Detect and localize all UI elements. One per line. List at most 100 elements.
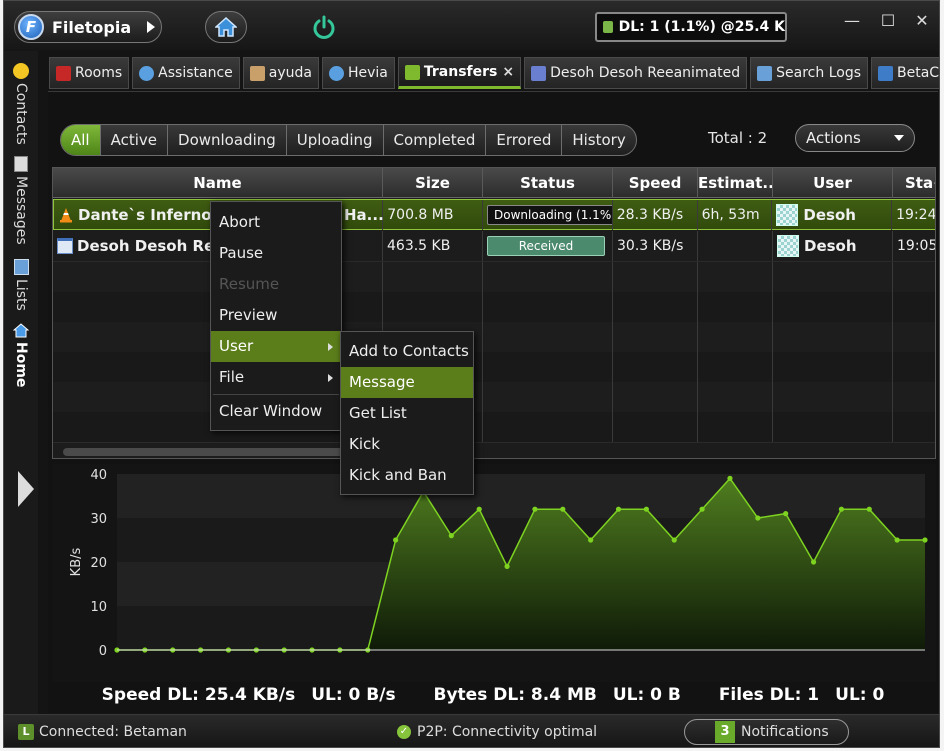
sidebar-item-messages[interactable]: Messages bbox=[8, 156, 34, 245]
connection-status: L Connected: Betaman bbox=[18, 724, 187, 740]
status-badge: Downloading (1.1%) bbox=[487, 205, 612, 225]
download-status-box: DL: 1 (1.1%) @25.4 K bbox=[595, 12, 787, 42]
menu-arrow-icon bbox=[147, 21, 155, 33]
chart-point bbox=[476, 506, 482, 512]
tab-desoh[interactable]: Desoh Desoh Reeanimated bbox=[524, 57, 748, 89]
y-tick-label: 20 bbox=[90, 556, 107, 571]
tab-assistance[interactable]: Assistance bbox=[132, 57, 240, 89]
cell-size: 463.5 KB bbox=[383, 231, 483, 261]
y-tick-label: 40 bbox=[90, 468, 107, 483]
cell-status: Downloading (1.1%) bbox=[483, 200, 613, 230]
empty-row bbox=[53, 412, 935, 443]
avatar bbox=[776, 204, 799, 226]
filter-uploading[interactable]: Uploading bbox=[287, 125, 384, 155]
chevron-down-icon bbox=[894, 135, 904, 141]
chart-point bbox=[783, 511, 789, 517]
stat-files-ul: UL: 0 bbox=[835, 685, 885, 705]
tab-transfers[interactable]: Transfers × bbox=[397, 57, 522, 89]
list-icon bbox=[13, 259, 29, 275]
chart-point bbox=[615, 506, 622, 512]
menu-item-resume: Resume bbox=[219, 275, 280, 293]
add-column-icon[interactable]: + bbox=[933, 174, 935, 192]
menu-item-abort[interactable]: Abort bbox=[211, 207, 341, 238]
sidebar-item-home[interactable]: Home bbox=[8, 323, 34, 387]
menu-item-add-to-contacts[interactable]: Add to Contacts bbox=[341, 336, 473, 367]
user-name: Desoh bbox=[803, 206, 856, 224]
home-icon bbox=[13, 323, 29, 338]
cell-user: Desoh bbox=[772, 200, 893, 230]
menu-item-kick[interactable]: Kick bbox=[341, 429, 473, 460]
app-menu-button[interactable]: F Filetopia bbox=[14, 11, 162, 43]
sidebar-item-contacts[interactable]: Contacts bbox=[8, 63, 34, 145]
chart-point bbox=[671, 537, 677, 543]
menu-item-label: User bbox=[219, 337, 254, 355]
menu-item-file[interactable]: File bbox=[211, 362, 341, 393]
search-log-icon bbox=[757, 65, 773, 81]
column-header-status[interactable]: Status bbox=[483, 168, 613, 198]
horizontal-scrollbar[interactable] bbox=[63, 448, 363, 456]
cell-start: 19:05:2 bbox=[893, 231, 935, 261]
column-header-size[interactable]: Size bbox=[383, 168, 483, 198]
filter-errored[interactable]: Errored bbox=[486, 125, 563, 155]
home-button[interactable] bbox=[205, 11, 247, 43]
sidebar-item-lists[interactable]: Lists bbox=[8, 259, 34, 311]
message-icon bbox=[14, 156, 28, 172]
filter-history[interactable]: History bbox=[562, 125, 635, 155]
menu-item-preview[interactable]: Preview bbox=[211, 300, 341, 331]
column-header-speed[interactable]: Speed bbox=[613, 168, 698, 198]
menu-item-message[interactable]: Message bbox=[341, 367, 473, 398]
table-row[interactable]: Desoh Desoh Reea 463.5 KB Received 30.3 … bbox=[53, 231, 935, 262]
column-header-user[interactable]: User bbox=[773, 168, 893, 198]
expand-sidebar-arrow-icon[interactable] bbox=[18, 471, 34, 507]
table-row[interactable]: Dante`s Inferno (Ha... 700.8 MB Download… bbox=[53, 199, 935, 230]
notifications-button[interactable]: 3 Notifications bbox=[684, 719, 849, 745]
tab-ayuda[interactable]: ayuda bbox=[242, 57, 319, 89]
sidebar-item-label: Lists bbox=[13, 279, 29, 311]
document-icon bbox=[878, 65, 894, 81]
power-button[interactable] bbox=[309, 13, 339, 43]
check-icon: ✓ bbox=[397, 725, 411, 739]
menu-item-kick-and-ban[interactable]: Kick and Ban bbox=[341, 460, 473, 491]
empty-row bbox=[53, 292, 935, 323]
chart-point bbox=[448, 533, 454, 539]
cell-estimated bbox=[698, 231, 773, 261]
menu-item-clear-window[interactable]: Clear Window bbox=[211, 396, 341, 427]
column-header-name[interactable]: Name bbox=[53, 168, 383, 198]
context-menu: Abort Pause Resume Preview User File Cle… bbox=[210, 201, 342, 431]
chart-point bbox=[866, 506, 872, 512]
chart-point bbox=[588, 537, 594, 543]
vlc-cone-icon bbox=[60, 208, 72, 223]
tab-close-icon[interactable]: × bbox=[502, 64, 514, 80]
menu-item-get-list[interactable]: Get List bbox=[341, 398, 473, 429]
chart-point bbox=[643, 506, 649, 512]
filter-completed[interactable]: Completed bbox=[384, 125, 487, 155]
cell-speed: 28.3 KB/s bbox=[613, 200, 698, 230]
tab-label: Search Logs bbox=[776, 65, 862, 81]
filetopia-logo-icon: F bbox=[18, 14, 44, 40]
tab-rooms[interactable]: Rooms bbox=[49, 57, 130, 89]
stat-speed-dl: Speed DL: 25.4 KB/s bbox=[101, 685, 296, 705]
chart-point bbox=[838, 506, 845, 512]
window-icon bbox=[531, 65, 547, 81]
cell-status: Received bbox=[483, 231, 613, 261]
sidebar-item-label: Home bbox=[13, 342, 29, 388]
column-header-start[interactable]: Sta+ bbox=[893, 168, 935, 198]
column-header-estimated[interactable]: Estimat... bbox=[698, 168, 773, 198]
menu-item-user[interactable]: User bbox=[211, 331, 341, 362]
tab-search-logs[interactable]: Search Logs bbox=[750, 57, 869, 89]
maximize-button[interactable]: ☐ bbox=[873, 11, 903, 30]
filter-downloading[interactable]: Downloading bbox=[168, 125, 287, 155]
menu-separator bbox=[213, 394, 339, 395]
actions-label: Actions bbox=[806, 129, 861, 147]
tab-betacity[interactable]: BetaCity bbox=[871, 57, 939, 89]
filter-all[interactable]: All bbox=[61, 125, 101, 155]
user-name: Desoh bbox=[804, 237, 857, 255]
cell-speed: 30.3 KB/s bbox=[613, 231, 698, 261]
tab-hevia[interactable]: Hevia bbox=[321, 57, 395, 89]
minimize-button[interactable]: — bbox=[837, 11, 867, 30]
menu-item-pause[interactable]: Pause bbox=[211, 238, 341, 269]
filter-active[interactable]: Active bbox=[101, 125, 169, 155]
actions-dropdown[interactable]: Actions bbox=[795, 124, 915, 152]
empty-row bbox=[53, 352, 935, 383]
close-button[interactable]: ✕ bbox=[907, 11, 937, 30]
